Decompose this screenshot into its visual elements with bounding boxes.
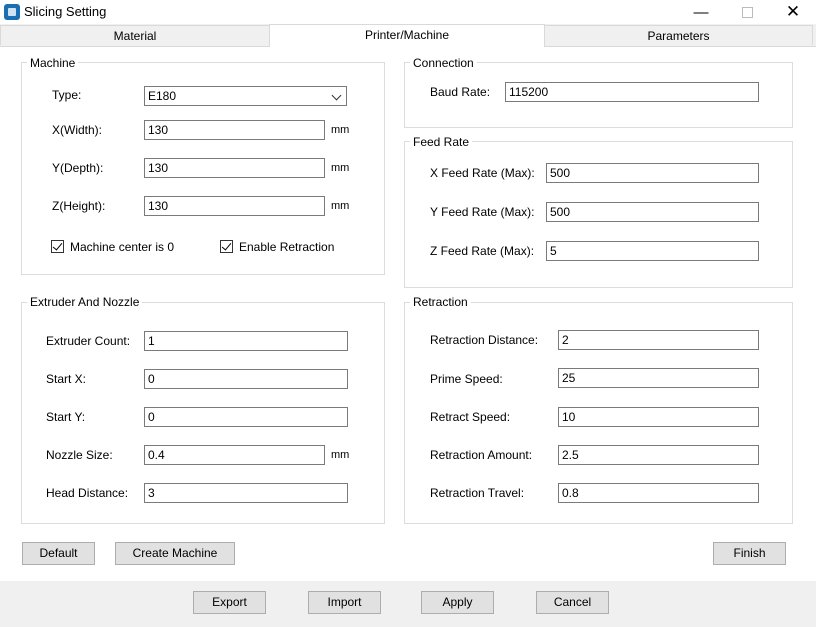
machine-group-title: Machine (27, 56, 79, 70)
z-height-unit: mm (331, 200, 350, 212)
start-y-label: Start Y: (46, 410, 86, 424)
chevron-down-icon (331, 90, 342, 101)
y-depth-unit: mm (331, 162, 350, 174)
maximize-icon (741, 6, 753, 18)
retract-speed-label: Retract Speed: (430, 410, 511, 424)
enable-retraction-label: Enable Retraction (239, 240, 335, 254)
retraction-distance-input[interactable] (558, 330, 759, 350)
z-height-input[interactable] (144, 196, 325, 216)
start-x-label: Start X: (46, 372, 87, 386)
minimize-icon: — (693, 3, 709, 21)
prime-speed-label: Prime Speed: (430, 372, 503, 386)
prime-speed-input[interactable] (558, 368, 759, 388)
x-width-unit: mm (331, 124, 350, 136)
x-width-label: X(Width): (52, 123, 103, 137)
extruder-count-input[interactable] (144, 331, 348, 351)
maximize-button[interactable] (724, 0, 770, 24)
close-button[interactable]: ✕ (770, 0, 816, 24)
export-button[interactable]: Export (193, 591, 266, 614)
start-y-input[interactable] (144, 407, 348, 427)
close-icon: ✕ (785, 2, 801, 21)
minimize-button[interactable]: — (678, 0, 724, 24)
y-feed-rate-input[interactable] (546, 202, 759, 222)
nozzle-size-input[interactable] (144, 445, 325, 465)
z-feed-rate-label: Z Feed Rate (Max): (430, 244, 535, 258)
z-feed-rate-input[interactable] (546, 241, 759, 261)
window-title: Slicing Setting (24, 4, 107, 19)
head-distance-label: Head Distance: (46, 486, 129, 500)
create-machine-button[interactable]: Create Machine (115, 542, 235, 565)
head-distance-input[interactable] (144, 483, 348, 503)
retraction-travel-input[interactable] (558, 483, 759, 503)
retraction-distance-label: Retraction Distance: (430, 333, 539, 347)
y-feed-rate-label: Y Feed Rate (Max): (430, 205, 535, 219)
connection-group-title: Connection (410, 56, 477, 70)
enable-retraction-checkbox[interactable] (220, 240, 233, 253)
tab-material[interactable]: Material (0, 25, 270, 45)
start-x-input[interactable] (144, 369, 348, 389)
type-select[interactable]: E180 (144, 86, 347, 106)
type-select-value: E180 (148, 89, 177, 103)
app-icon (4, 4, 20, 20)
x-feed-rate-label: X Feed Rate (Max): (430, 166, 535, 180)
extruder-count-label: Extruder Count: (46, 334, 131, 348)
title-bar: Slicing Setting — ✕ (0, 0, 816, 24)
finish-button[interactable]: Finish (713, 542, 786, 565)
retraction-group-title: Retraction (410, 295, 471, 309)
bottom-bar (0, 581, 816, 627)
retraction-amount-label: Retraction Amount: (430, 448, 533, 462)
x-feed-rate-input[interactable] (546, 163, 759, 183)
default-button[interactable]: Default (22, 542, 95, 565)
nozzle-size-label: Nozzle Size: (46, 448, 113, 462)
retract-speed-input[interactable] (558, 407, 759, 427)
baud-rate-input[interactable] (505, 82, 759, 102)
z-height-label: Z(Height): (52, 199, 106, 213)
apply-button[interactable]: Apply (421, 591, 494, 614)
retraction-travel-label: Retraction Travel: (430, 486, 525, 500)
tab-parameters[interactable]: Parameters (544, 25, 813, 45)
y-depth-label: Y(Depth): (52, 161, 104, 175)
y-depth-input[interactable] (144, 158, 325, 178)
extruder-nozzle-group-title: Extruder And Nozzle (27, 295, 143, 309)
x-width-input[interactable] (144, 120, 325, 140)
nozzle-size-unit: mm (331, 449, 350, 461)
baud-rate-label: Baud Rate: (430, 85, 491, 99)
machine-center-label: Machine center is 0 (70, 240, 175, 254)
type-label: Type: (52, 88, 82, 102)
retraction-amount-input[interactable] (558, 445, 759, 465)
tab-printer-machine[interactable]: Printer/Machine (269, 24, 545, 47)
cancel-button[interactable]: Cancel (536, 591, 609, 614)
feed-rate-group-title: Feed Rate (410, 135, 473, 149)
import-button[interactable]: Import (308, 591, 381, 614)
machine-center-checkbox[interactable] (51, 240, 64, 253)
